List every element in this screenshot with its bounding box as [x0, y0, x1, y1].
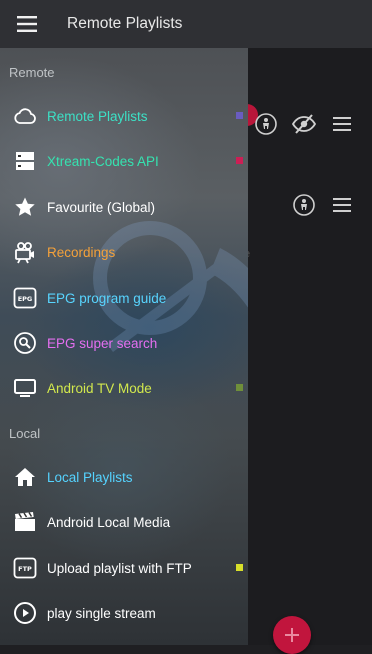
- drawer-item-label: Upload playlist with FTP: [47, 560, 192, 576]
- drawer-item-upload-playlist-ftp[interactable]: FTP Upload playlist with FTP: [0, 548, 248, 588]
- drawer-item-xtream-codes-api[interactable]: Xtream-Codes API: [0, 141, 248, 181]
- home-icon: [12, 464, 38, 490]
- app-bar: Remote Playlists: [0, 0, 372, 48]
- star-icon: [12, 194, 38, 220]
- drawer-item-epg-super-search[interactable]: EPG super search: [0, 323, 248, 363]
- drawer-item-recordings[interactable]: Recordings: [0, 232, 248, 272]
- drawer-item-label: Android TV Mode: [47, 380, 152, 396]
- cloud-icon: [12, 103, 38, 129]
- drawer-item-epg-program-guide[interactable]: EPG EPG program guide: [0, 278, 248, 318]
- menu-icon[interactable]: [0, 0, 54, 48]
- drawer-item-label: EPG super search: [47, 335, 158, 351]
- server-icon: [12, 148, 38, 174]
- drawer-item-label: play single stream: [47, 605, 156, 621]
- drawer-item-local-playlists[interactable]: Local Playlists: [0, 457, 248, 497]
- drawer-item-label: Local Playlists: [47, 469, 133, 485]
- drawer-item-android-tv-mode[interactable]: Android TV Mode: [0, 368, 248, 408]
- section-label-remote: Remote: [9, 65, 55, 80]
- svg-text:EPG: EPG: [18, 295, 33, 303]
- tv-icon: [12, 375, 38, 401]
- drawer-item-android-local-media[interactable]: Android Local Media: [0, 502, 248, 542]
- reorder-icon[interactable]: [333, 197, 351, 213]
- drawer-item-play-single-stream[interactable]: play single stream: [0, 593, 248, 633]
- drawer-item-label: Remote Playlists: [47, 108, 148, 124]
- reorder-icon[interactable]: [333, 116, 351, 132]
- section-label-local: Local: [9, 426, 41, 441]
- add-playlist-fab[interactable]: [273, 616, 311, 654]
- svg-text:FTP: FTP: [18, 565, 32, 573]
- plus-icon: [285, 628, 299, 642]
- epg-icon: EPG: [12, 285, 38, 311]
- drawer-item-favourite-global[interactable]: Favourite (Global): [0, 187, 248, 227]
- status-dot: [236, 384, 243, 391]
- status-dot: [236, 157, 243, 164]
- person-badge-icon[interactable]: [292, 193, 316, 217]
- person-badge-icon[interactable]: [254, 112, 278, 136]
- navigation-drawer: Remote Remote Playlists Xtream-Codes API…: [0, 48, 248, 645]
- drawer-item-label: Android Local Media: [47, 514, 171, 530]
- status-dot: [236, 564, 243, 571]
- app-title: Remote Playlists: [67, 15, 183, 32]
- search-icon: [12, 330, 38, 356]
- drawer-item-label: Favourite (Global): [47, 199, 156, 215]
- drawer-item-remote-playlists[interactable]: Remote Playlists: [0, 96, 248, 136]
- drawer-item-label: EPG program guide: [47, 290, 167, 306]
- clapperboard-icon: [12, 509, 38, 535]
- ftp-icon: FTP: [12, 555, 38, 581]
- projector-icon: [12, 239, 38, 265]
- eye-off-icon[interactable]: [291, 112, 317, 136]
- drawer-item-label: Xtream-Codes API: [47, 153, 159, 169]
- play-circle-icon: [12, 600, 38, 626]
- drawer-item-label: Recordings: [47, 244, 116, 260]
- status-dot: [236, 112, 243, 119]
